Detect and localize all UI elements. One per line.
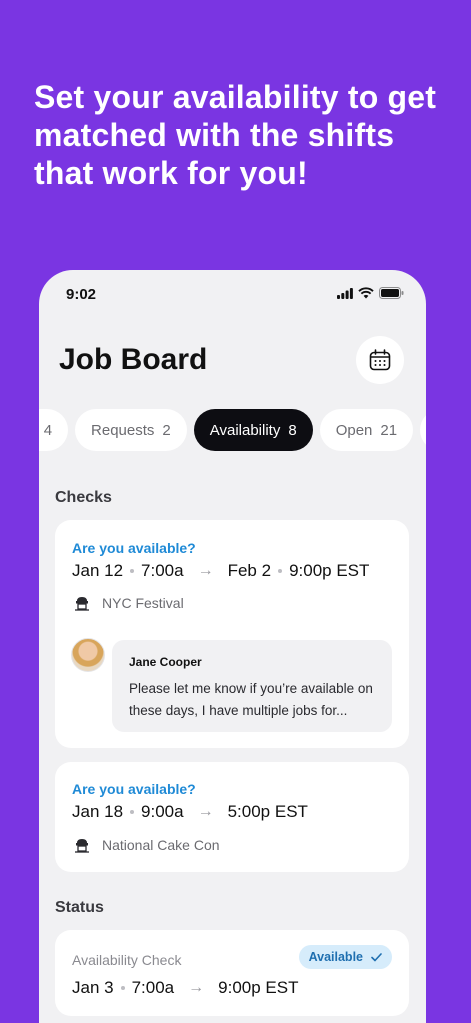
avatar — [71, 638, 105, 672]
page-title: Job Board — [59, 343, 208, 376]
tab-count: 4 — [43, 421, 53, 439]
battery-icon — [379, 287, 404, 299]
message-text: Please let me know if you’re available o… — [129, 681, 373, 718]
end-time: 9:00p EST — [218, 978, 299, 997]
start-time: 7:00a — [131, 978, 175, 997]
venue-logo-icon — [72, 593, 92, 613]
tab-open[interactable]: Open 21 — [319, 409, 414, 451]
start-date: Jan 18 — [72, 802, 124, 821]
status-time: 9:02 — [66, 286, 97, 303]
date-range: Jan 18 9:00a → 5:00p EST — [72, 802, 308, 822]
start-date: Jan 12 — [72, 561, 124, 580]
status-section-label: Status — [55, 899, 104, 916]
tab-label: Open — [335, 421, 373, 439]
tab-requests[interactable]: Requests 2 — [75, 409, 187, 451]
status-badge: Available — [298, 945, 392, 969]
venue: National Cake Con — [72, 835, 220, 855]
venue: NYC Festival — [72, 593, 184, 613]
start-date: Jan 3 — [72, 978, 114, 997]
check-icon — [371, 952, 382, 961]
signal-icon — [337, 287, 353, 299]
availability-question: Are you available? — [72, 781, 196, 797]
tab-count: 2 — [162, 421, 171, 439]
tab-label: Availability — [209, 421, 281, 439]
status-card[interactable]: Availability Check Available Jan 3 7:00a… — [55, 930, 409, 1016]
start-time: 7:00a — [141, 561, 184, 580]
arrow-right-icon: → — [197, 803, 214, 820]
availability-check-card[interactable]: Are you available? Jan 12 7:00a → Feb 2 … — [55, 520, 409, 748]
venue-logo-icon — [72, 835, 92, 855]
phone-screen: 9:02 Job Board 4 Requests 2 Availability… — [39, 270, 426, 1023]
tab-count: 21 — [380, 421, 398, 439]
marketing-headline: Set your availability to get matched wit… — [34, 79, 437, 191]
tab-count: 8 — [288, 421, 297, 439]
date-range: Jan 12 7:00a → Feb 2 9:00p EST — [72, 561, 369, 581]
badge-label: Available — [308, 950, 363, 964]
separator-dot — [120, 986, 125, 990]
arrow-right-icon: → — [188, 979, 205, 996]
filter-tabs: ed 4 Requests 2 Availability 8 Open 21 A — [39, 409, 426, 452]
tab-confirmed[interactable]: ed 4 — [39, 409, 69, 451]
start-time: 9:00a — [141, 802, 184, 821]
arrow-right-icon: → — [197, 562, 214, 579]
end-time: 5:00p EST — [227, 802, 308, 821]
separator-dot — [278, 569, 283, 573]
wifi-icon — [358, 287, 374, 299]
end-time: 9:00p EST — [289, 561, 370, 580]
availability-question: Are you available? — [72, 540, 196, 556]
availability-check-card[interactable]: Are you available? Jan 18 9:00a → 5:00p … — [55, 762, 409, 872]
checks-section-label: Checks — [55, 489, 112, 506]
tab-availability[interactable]: Availability 8 — [193, 409, 313, 451]
calendar-icon — [369, 349, 391, 371]
separator-dot — [130, 810, 135, 814]
tab-label: Requests — [91, 421, 155, 439]
venue-name: National Cake Con — [102, 837, 220, 853]
message-author: Jane Cooper — [129, 655, 202, 669]
calendar-button[interactable] — [356, 336, 404, 384]
tab-overflow[interactable]: A — [420, 409, 426, 451]
message-bubble: Jane Cooper Please let me know if you’re… — [112, 640, 392, 732]
status-card-title: Availability Check — [72, 952, 182, 968]
status-bar: 9:02 — [39, 270, 426, 320]
end-date: Feb 2 — [227, 561, 272, 580]
venue-name: NYC Festival — [102, 595, 184, 611]
status-icons — [337, 287, 404, 299]
separator-dot — [130, 569, 135, 573]
date-range: Jan 3 7:00a → 9:00p EST — [72, 978, 298, 998]
